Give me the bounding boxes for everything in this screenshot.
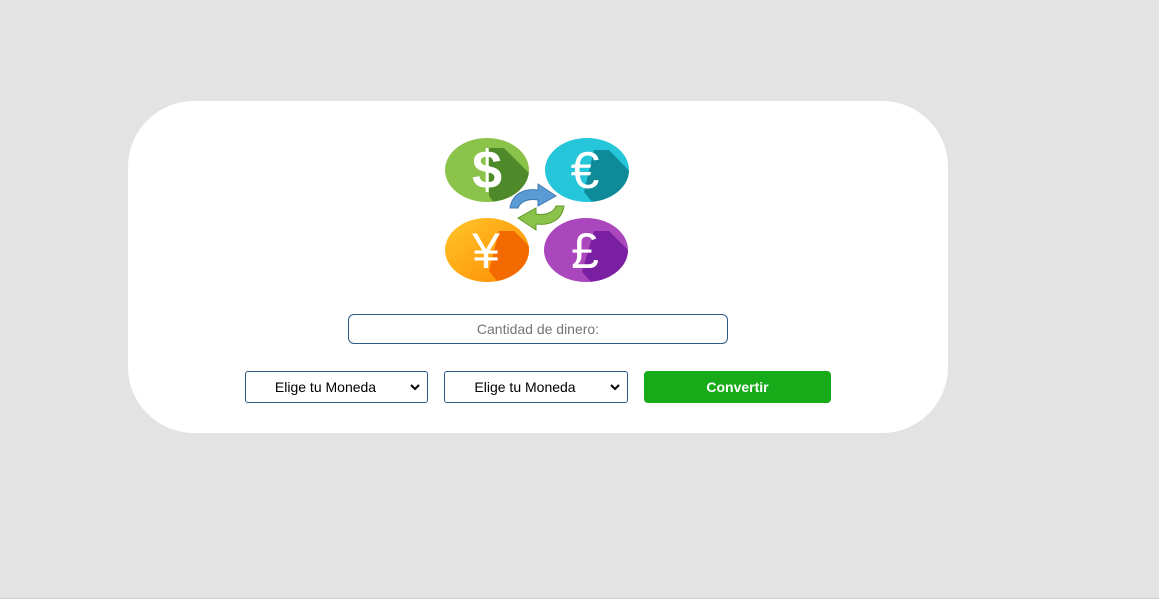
svg-text:£: £ [571, 223, 599, 279]
to-currency-value: Elige tu Moneda [474, 379, 576, 395]
converter-card: $ € ¥ £ Elige tu Moneda [128, 101, 948, 433]
euro-icon: € [545, 138, 629, 202]
chevron-down-icon [610, 384, 620, 391]
amount-input[interactable] [348, 314, 728, 344]
from-currency-select[interactable]: Elige tu Moneda [245, 371, 428, 403]
chevron-down-icon [410, 384, 420, 391]
svg-text:¥: ¥ [471, 223, 500, 279]
yen-icon: ¥ [445, 218, 529, 282]
from-currency-value: Elige tu Moneda [274, 379, 377, 395]
to-currency-select[interactable]: Elige tu Moneda [444, 371, 628, 403]
dollar-icon: $ [445, 138, 529, 202]
pound-icon: £ [544, 218, 628, 282]
svg-text:€: € [571, 142, 600, 200]
currency-exchange-logo: $ € ¥ £ [445, 138, 629, 282]
convert-button[interactable]: Convertir [644, 371, 831, 403]
svg-text:$: $ [472, 140, 502, 200]
